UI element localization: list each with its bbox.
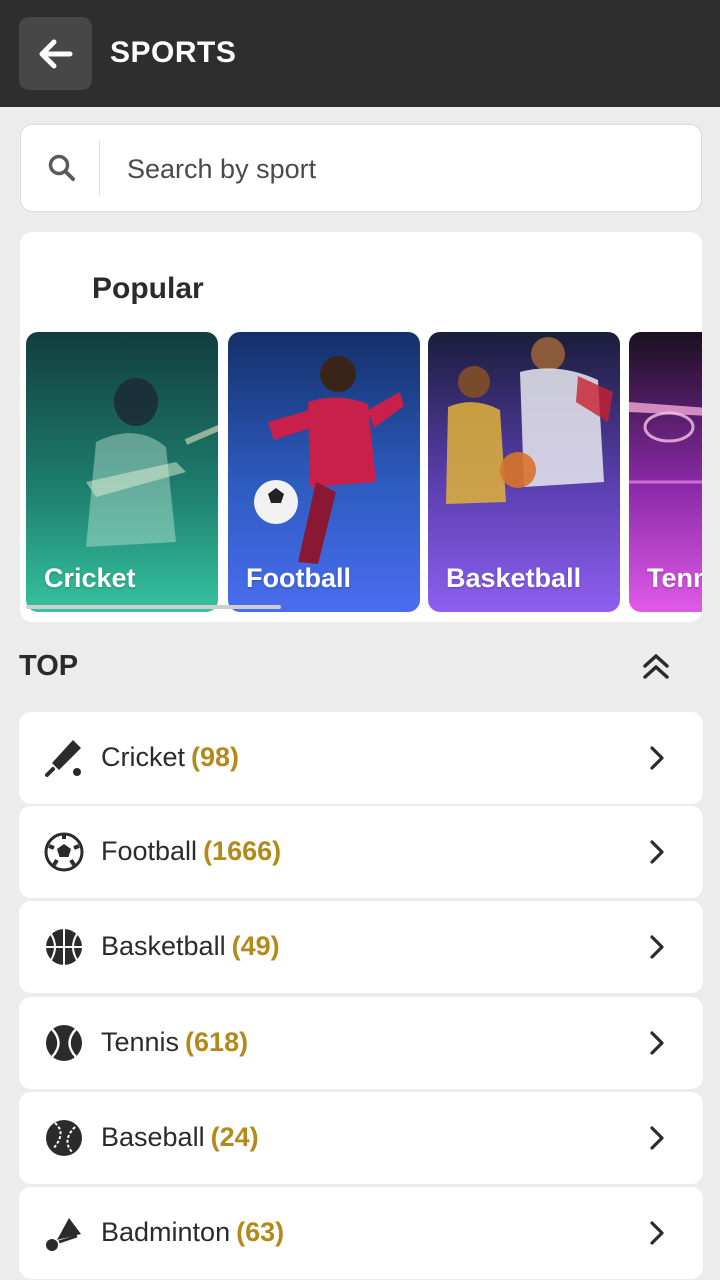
chevron-right-icon: [650, 1221, 664, 1245]
sport-row-football[interactable]: Football (1666): [19, 806, 703, 898]
sport-row-cricket[interactable]: Cricket (98): [19, 712, 703, 804]
shuttlecock-icon: [46, 1218, 81, 1251]
basketball-icon: [46, 929, 82, 965]
sport-count: (98): [191, 742, 240, 772]
sport-name: Cricket: [101, 742, 186, 772]
popular-tile-tennis[interactable]: Tennis: [629, 332, 702, 612]
tile-label: Basketball: [446, 563, 582, 593]
sport-name: Football: [101, 836, 198, 866]
page-title: SPORTS: [110, 36, 237, 69]
sport-row-badminton[interactable]: Badminton (63): [19, 1187, 703, 1279]
sport-name: Baseball: [101, 1122, 205, 1152]
popular-tile-basketball[interactable]: Basketball: [428, 332, 620, 612]
sport-row-basketball[interactable]: Basketball (49): [19, 901, 703, 993]
sport-count: (1666): [203, 836, 282, 866]
arrow-left-icon: [39, 39, 72, 68]
double-chevron-up-icon[interactable]: [638, 650, 674, 682]
tennis-ball-icon: [46, 1025, 82, 1061]
sport-count: (63): [236, 1217, 285, 1247]
popular-tile-football[interactable]: Football: [228, 332, 420, 612]
baseball-icon: [46, 1120, 82, 1156]
carousel-scrollbar[interactable]: [26, 605, 696, 609]
sport-name: Basketball: [101, 931, 226, 961]
chevron-right-icon: [650, 1031, 664, 1055]
popular-section: Popular Cricket Football Basketball Tenn: [20, 232, 702, 622]
search-bar[interactable]: [20, 124, 702, 212]
sport-row-baseball[interactable]: Baseball (24): [19, 1092, 703, 1184]
sport-name: Tennis: [101, 1027, 180, 1057]
cricket-bat-icon: [45, 740, 81, 777]
search-divider: [99, 141, 100, 195]
back-button[interactable]: [19, 17, 92, 90]
tile-label: Football: [246, 563, 351, 593]
popular-carousel[interactable]: Cricket Football Basketball Tenn: [26, 332, 702, 612]
sport-row-tennis[interactable]: Tennis (618): [19, 997, 703, 1089]
chevron-right-icon: [650, 840, 664, 864]
sport-name: Badminton: [101, 1217, 231, 1247]
search-input[interactable]: [127, 145, 667, 193]
soccer-ball-icon: [44, 832, 84, 872]
chevron-right-icon: [650, 746, 664, 770]
chevron-right-icon: [650, 935, 664, 959]
top-bar: SPORTS: [0, 0, 720, 107]
popular-title: Popular: [92, 272, 204, 305]
chevron-right-icon: [650, 1126, 664, 1150]
sport-count: (49): [231, 931, 280, 961]
carousel-scroll-thumb[interactable]: [26, 605, 281, 609]
sport-count: (618): [185, 1027, 249, 1057]
sport-count: (24): [210, 1122, 259, 1152]
tile-label: Cricket: [44, 563, 136, 593]
search-icon: [48, 154, 75, 181]
popular-tile-cricket[interactable]: Cricket: [26, 332, 218, 612]
top-section-title: TOP: [19, 650, 79, 682]
tile-label: Tennis: [647, 563, 702, 593]
